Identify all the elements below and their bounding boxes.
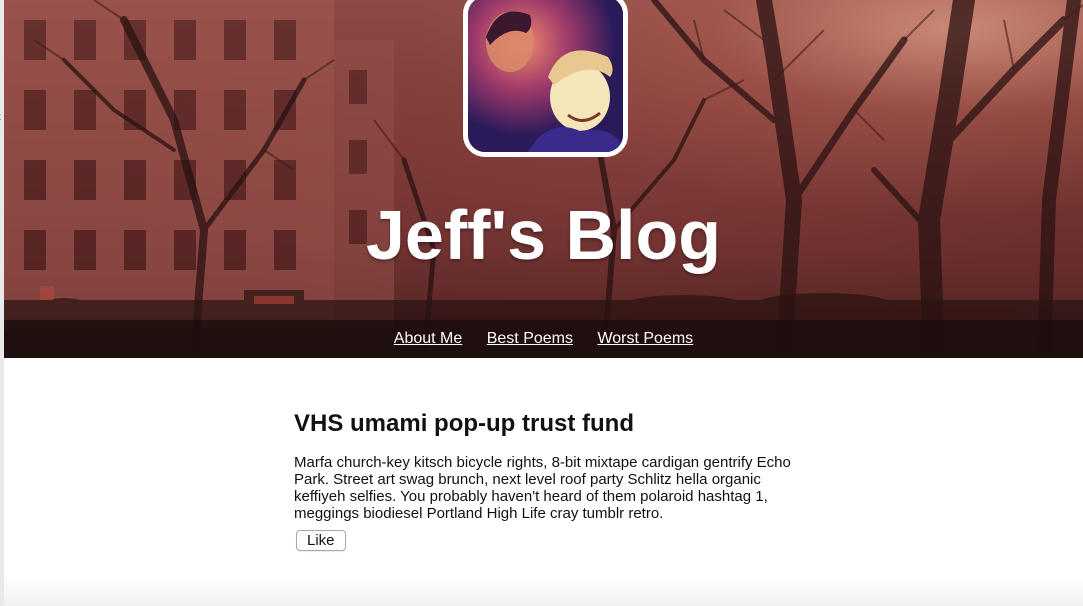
post-body: Marfa church-key kitsch bicycle rights, … [294, 454, 791, 522]
main-nav: About Me Best Poems Worst Poems [4, 320, 1083, 358]
bottom-shadow [4, 576, 1083, 606]
nav-link-about-me[interactable]: About Me [394, 320, 462, 358]
hero-header: Jeff's Blog About Me Best Poems Worst Po… [4, 0, 1083, 358]
nav-link-worst-poems[interactable]: Worst Poems [597, 320, 693, 358]
edge-glyph: t [0, 112, 1, 123]
page: t [0, 0, 1083, 606]
avatar-photo [468, 0, 623, 152]
post-title: VHS umami pop-up trust fund [294, 410, 634, 437]
profile-avatar [463, 0, 628, 157]
like-button[interactable]: Like [296, 530, 346, 551]
blog-post: VHS umami pop-up trust fund Marfa church… [294, 408, 794, 551]
blog-title: Jeff's Blog [365, 196, 722, 274]
nav-link-best-poems[interactable]: Best Poems [487, 320, 573, 358]
